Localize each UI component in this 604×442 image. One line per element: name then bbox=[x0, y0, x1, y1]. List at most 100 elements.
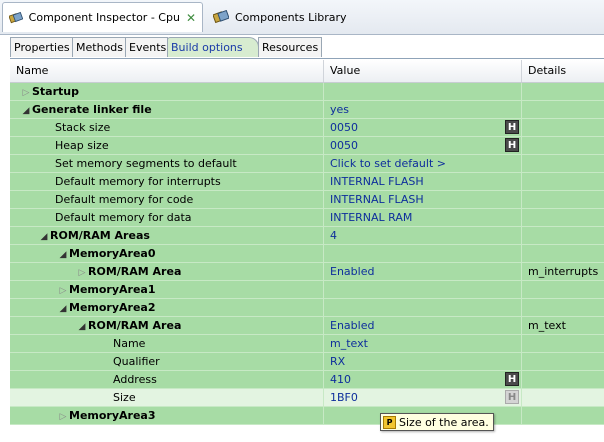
row-value[interactable] bbox=[323, 83, 521, 100]
tab-components-library[interactable]: Components Library bbox=[207, 2, 367, 32]
hex-format-button[interactable]: H bbox=[505, 372, 519, 386]
table-row-area-name[interactable]: Name m_text bbox=[10, 335, 604, 353]
row-name: Default memory for interrupts bbox=[55, 175, 221, 188]
expand-arrow-icon[interactable]: ▷ bbox=[57, 283, 69, 298]
row-value[interactable]: 1BF0 bbox=[323, 389, 521, 406]
table-row-stack-size[interactable]: Stack size 0050 H bbox=[10, 119, 604, 137]
tab-methods[interactable]: Methods bbox=[72, 37, 126, 57]
row-name: Heap size bbox=[55, 139, 109, 152]
expand-arrow-icon[interactable]: ▷ bbox=[20, 85, 32, 100]
row-details bbox=[521, 299, 604, 316]
tab-label: Component Inspector - Cpu bbox=[28, 11, 180, 24]
component-icon bbox=[9, 11, 23, 23]
row-value[interactable]: Enabled bbox=[323, 317, 521, 334]
editor-tab-bar: Component Inspector - Cpu ✕ Components L… bbox=[0, 0, 604, 35]
hex-format-button[interactable]: H bbox=[505, 390, 519, 404]
table-row-default-memory-interrupts[interactable]: Default memory for interrupts INTERNAL F… bbox=[10, 173, 604, 191]
tab-resources[interactable]: Resources bbox=[258, 37, 322, 57]
table-row-memoryarea2[interactable]: ◢ MemoryArea2 bbox=[10, 299, 604, 317]
row-value[interactable]: 0050 bbox=[323, 119, 521, 136]
row-name: ROM/RAM Areas bbox=[50, 229, 150, 242]
row-name: MemoryArea3 bbox=[69, 409, 156, 422]
table-row-rom-ram-area[interactable]: ▷ ROM/RAM Area Enabled m_interrupts bbox=[10, 263, 604, 281]
row-details bbox=[521, 119, 604, 136]
table-row-default-memory-code[interactable]: Default memory for code INTERNAL FLASH bbox=[10, 191, 604, 209]
row-details bbox=[521, 335, 604, 352]
row-value[interactable] bbox=[323, 281, 521, 298]
row-details: m_interrupts bbox=[521, 263, 604, 280]
table-row-size[interactable]: Size 1BF0 H bbox=[10, 389, 604, 407]
table-row-memoryarea3[interactable]: ▷ MemoryArea3 bbox=[10, 407, 604, 425]
row-value[interactable]: INTERNAL RAM bbox=[323, 209, 521, 226]
expand-arrow-icon[interactable]: ▷ bbox=[76, 265, 88, 280]
row-value[interactable]: INTERNAL FLASH bbox=[323, 173, 521, 190]
row-details bbox=[521, 83, 604, 100]
inspector-tabs: Properties Methods Events Build options … bbox=[10, 36, 604, 59]
column-header-name[interactable]: Name bbox=[10, 60, 323, 82]
row-name: Stack size bbox=[55, 121, 111, 134]
table-header: Name Value Details bbox=[10, 60, 604, 83]
row-value[interactable] bbox=[323, 245, 521, 262]
table-row-default-memory-data[interactable]: Default memory for data INTERNAL RAM bbox=[10, 209, 604, 227]
row-value[interactable]: INTERNAL FLASH bbox=[323, 191, 521, 208]
row-details bbox=[521, 281, 604, 298]
row-name: Set memory segments to default bbox=[55, 157, 237, 170]
table-row-generate-linker-file[interactable]: ◢ Generate linker file yes bbox=[10, 101, 604, 119]
component-icon bbox=[213, 10, 229, 24]
collapse-arrow-icon[interactable]: ◢ bbox=[57, 301, 69, 316]
table-row-address[interactable]: Address 410 H bbox=[10, 371, 604, 389]
table-row-startup[interactable]: ▷ Startup bbox=[10, 83, 604, 101]
row-value[interactable]: RX bbox=[323, 353, 521, 370]
row-value[interactable]: 0050 bbox=[323, 137, 521, 154]
collapse-arrow-icon[interactable]: ◢ bbox=[20, 103, 32, 118]
row-details: m_text bbox=[521, 317, 604, 334]
row-details bbox=[521, 353, 604, 370]
row-value[interactable]: yes bbox=[323, 101, 521, 118]
table-row-rom-ram-areas[interactable]: ◢ ROM/RAM Areas 4 bbox=[10, 227, 604, 245]
row-details bbox=[521, 371, 604, 388]
property-icon: P bbox=[383, 415, 396, 429]
row-details bbox=[521, 227, 604, 244]
row-details bbox=[521, 191, 604, 208]
table-row-qualifier[interactable]: Qualifier RX bbox=[10, 353, 604, 371]
hex-format-button[interactable]: H bbox=[505, 138, 519, 152]
tab-properties[interactable]: Properties bbox=[10, 37, 73, 57]
row-value[interactable]: Enabled bbox=[323, 263, 521, 280]
tab-events[interactable]: Events bbox=[125, 37, 168, 57]
row-value[interactable]: 410 bbox=[323, 371, 521, 388]
column-header-details[interactable]: Details bbox=[521, 60, 604, 82]
collapse-arrow-icon[interactable]: ◢ bbox=[57, 247, 69, 262]
row-value[interactable]: m_text bbox=[323, 335, 521, 352]
collapse-arrow-icon[interactable]: ◢ bbox=[38, 229, 50, 244]
tab-component-inspector[interactable]: Component Inspector - Cpu ✕ bbox=[2, 2, 203, 32]
row-value[interactable] bbox=[323, 299, 521, 316]
property-tooltip: P Size of the area. bbox=[380, 413, 494, 431]
table-row-heap-size[interactable]: Heap size 0050 H bbox=[10, 137, 604, 155]
row-value[interactable]: 4 bbox=[323, 227, 521, 244]
row-name: ROM/RAM Area bbox=[88, 265, 182, 278]
table-row-set-memory-segments[interactable]: Set memory segments to default Click to … bbox=[10, 155, 604, 173]
collapse-arrow-icon[interactable]: ◢ bbox=[76, 319, 88, 334]
row-name: Default memory for code bbox=[55, 193, 194, 206]
close-icon[interactable]: ✕ bbox=[186, 11, 196, 25]
row-name: ROM/RAM Area bbox=[88, 319, 182, 332]
tab-label: Components Library bbox=[235, 10, 347, 24]
property-tree: ▷ Startup ◢ Generate linker file yes Stack… bbox=[10, 83, 604, 425]
row-details bbox=[521, 407, 604, 424]
row-name: MemoryArea1 bbox=[69, 283, 156, 296]
row-name: Startup bbox=[32, 85, 79, 98]
row-name: Default memory for data bbox=[55, 211, 192, 224]
set-default-link[interactable]: Click to set default > bbox=[323, 155, 521, 172]
row-details bbox=[521, 137, 604, 154]
row-name: MemoryArea2 bbox=[69, 301, 156, 314]
table-row-memoryarea0[interactable]: ◢ MemoryArea0 bbox=[10, 245, 604, 263]
row-details bbox=[521, 389, 604, 406]
tooltip-text: Size of the area. bbox=[399, 415, 489, 429]
table-row-memoryarea1[interactable]: ▷ MemoryArea1 bbox=[10, 281, 604, 299]
row-name: MemoryArea0 bbox=[69, 247, 156, 260]
column-header-value[interactable]: Value bbox=[323, 60, 521, 82]
table-row-rom-ram-area[interactable]: ◢ ROM/RAM Area Enabled m_text bbox=[10, 317, 604, 335]
expand-arrow-icon[interactable]: ▷ bbox=[57, 409, 69, 424]
tab-build-options[interactable]: Build options bbox=[167, 37, 259, 57]
hex-format-button[interactable]: H bbox=[505, 120, 519, 134]
